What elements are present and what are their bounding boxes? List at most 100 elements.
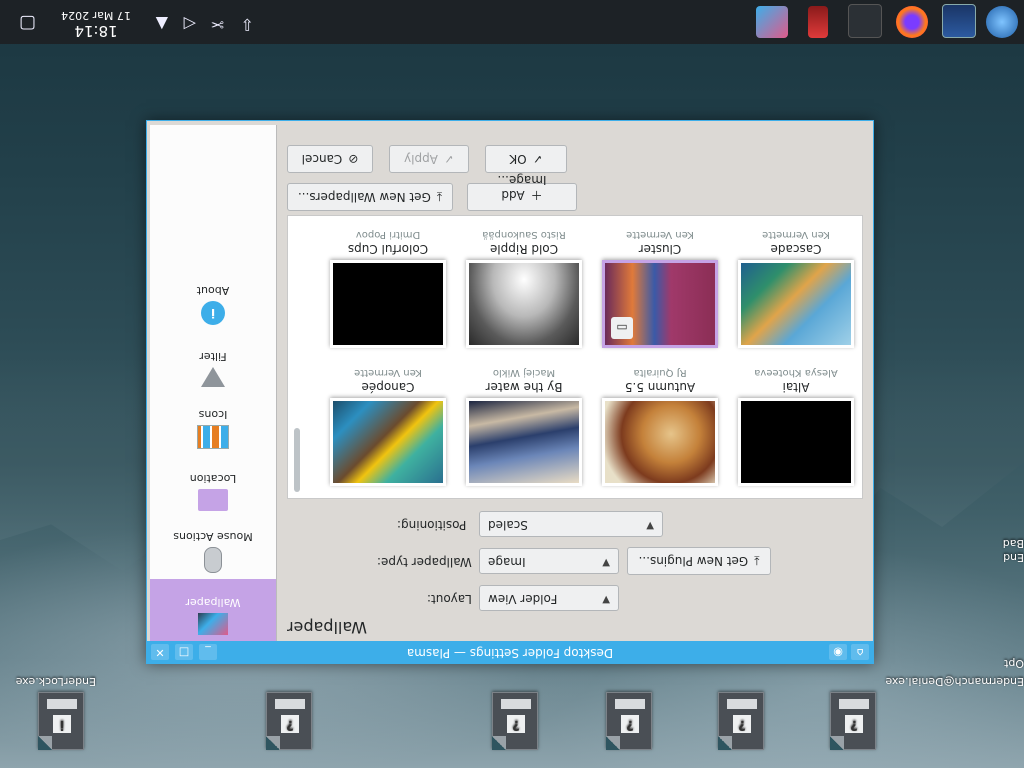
button-label: OK (509, 152, 527, 166)
taskbar: ⇩ ✂ ◁ ▲ 18:14 17 Mar 2024 ▢ (0, 0, 1024, 44)
unknown-file-icon: ? (492, 692, 538, 750)
wallpaper-author: Ken Vermette (626, 229, 694, 240)
wallpaper-type-value: Image (488, 555, 526, 569)
wallpaper-author: Alesya Khoteeva (754, 367, 838, 378)
wallpaper-tile-cold-ripple[interactable]: Cold Ripple Risto Saukonpää (466, 229, 582, 348)
wallpaper-thumbnail (466, 398, 582, 486)
wallpaper-tile-cascade[interactable]: Cascade Ken Vermette (738, 229, 854, 348)
button-label: Cancel (301, 152, 343, 166)
button-label: Get New Wallpapers... (297, 190, 431, 204)
executable-file-icon: i (38, 692, 84, 750)
add-image-button[interactable]: ＋Add Image... (467, 173, 577, 211)
wallpaper-thumbnail (330, 260, 446, 348)
mouse-icon (204, 547, 222, 573)
cancel-icon: ⊘ (348, 152, 359, 166)
download-icon[interactable]: ⇩ (241, 15, 254, 34)
filter-icon (201, 367, 225, 387)
chevron-up-icon[interactable]: ▲ (156, 15, 168, 34)
partial-label: Opt (1004, 657, 1024, 670)
positioning-value: Scaled (488, 518, 528, 532)
wallpaper-tile-autumn[interactable]: Autumn 5.5 RJ Quiralta (602, 367, 718, 486)
desktop-icon-3[interactable]: ? (480, 692, 550, 750)
desktop-partial-label-end: End (984, 551, 1024, 564)
chevron-down-icon: ▼ (646, 520, 654, 531)
scissors-icon[interactable]: ✂ (211, 15, 224, 34)
desktop: i EnderLock.exe ? ? ? ? ? Endermanch@Den… (0, 0, 1024, 768)
window-titlebar[interactable]: ⌂ ◉ Desktop Folder Settings — Plasma _ □… (147, 641, 873, 663)
wallpaper-thumbnail (466, 260, 582, 348)
desktop-partial-label-top: Opt (984, 657, 1024, 670)
page-title: Wallpaper (287, 618, 368, 637)
settings-icon[interactable] (848, 4, 882, 38)
unknown-file-icon: ? (606, 692, 652, 750)
wallpaper-tile-colorful-cups[interactable]: Colorful Cups Dmitri Popov (330, 229, 446, 348)
sidebar-item-filter[interactable]: Filter (150, 331, 276, 393)
wallpaper-author: Risto Saukonpää (482, 229, 566, 240)
show-desktop-icon[interactable]: ▢ (19, 13, 36, 34)
desktop-icon-4[interactable]: ? (594, 692, 664, 750)
folder-icon (198, 489, 228, 511)
settings-sidebar: Wallpaper Mouse Actions Location Icons F… (150, 125, 277, 641)
wallpaper-tile-canopee[interactable]: Canopée Ken Vermette (330, 367, 446, 486)
wallpaper-thumbnail (330, 398, 446, 486)
desktop-icon-enderlock[interactable]: i EnderLock.exe (16, 675, 96, 750)
get-new-wallpapers-button[interactable]: ⤓ Get New Wallpapers... (287, 183, 453, 211)
desktop-partial-label-bad: Bad (984, 537, 1024, 550)
sidebar-item-label: Icons (198, 408, 228, 421)
unknown-file-icon: ? (830, 692, 876, 750)
wallpaper-author: Dmitri Popov (355, 229, 421, 240)
checkmark-icon: ✓ (532, 152, 543, 166)
minimize-button[interactable]: _ (199, 644, 217, 660)
wallpaper-tile-altai[interactable]: Altai Alesya Khoteeva (738, 367, 854, 486)
sidebar-item-wallpaper[interactable]: Wallpaper (150, 579, 276, 641)
window-preview-icon[interactable] (942, 4, 976, 38)
chevron-down-icon: ▼ (602, 557, 610, 568)
sidebar-item-label: About (196, 284, 230, 297)
get-new-plugins-button[interactable]: ⤓ Get New Plugins... (627, 547, 771, 575)
partial-label: Bad (1002, 537, 1024, 550)
volume-icon[interactable]: ◁ (184, 15, 196, 34)
start-menu-icon[interactable] (986, 6, 1018, 38)
sidebar-item-about[interactable]: i About (150, 269, 276, 331)
info-icon: i (201, 301, 225, 325)
wallpaper-type-select[interactable]: ▼ Image (479, 548, 619, 574)
sidebar-item-location[interactable]: Location (150, 455, 276, 517)
wallpaper-name: Autumn 5.5 (624, 380, 696, 394)
desktop-icon-label: Endermanch@Denial.exe (885, 675, 1024, 688)
set-wallpaper-icon[interactable]: ▭ (611, 317, 633, 339)
ok-button[interactable]: ✓ OK (485, 145, 567, 173)
positioning-select[interactable]: ▼ Scaled (479, 511, 663, 537)
window-title: Desktop Folder Settings — Plasma (406, 646, 614, 660)
layout-value: Folder View (488, 592, 558, 606)
close-button[interactable]: ✕ (151, 644, 169, 660)
wallpaper-name: Canopée (361, 380, 415, 394)
wallpaper-name: Cold Ripple (489, 242, 559, 256)
wallpaper-thumbnail (738, 260, 854, 348)
wallpaper-name: By the water (485, 380, 563, 394)
clock[interactable]: 18:14 17 Mar 2024 (48, 9, 144, 40)
sidebar-item-label: Mouse Actions (173, 530, 253, 543)
checkmark-icon: ✓ (443, 152, 454, 166)
clock-date: 17 Mar 2024 (61, 9, 131, 22)
unknown-file-icon: ? (718, 692, 764, 750)
sidebar-item-label: Location (189, 472, 237, 485)
sidebar-item-icons[interactable]: Icons (150, 393, 276, 455)
layout-select[interactable]: ▼ Folder View (479, 585, 619, 611)
wallpaper-thumbnail (602, 398, 718, 486)
wallpaper-tile-by-the-water[interactable]: By the water Maciej Wiklo (466, 367, 582, 486)
icons-icon (197, 425, 229, 449)
cancel-button[interactable]: ⊘ Cancel (287, 145, 373, 173)
desktop-icon-5[interactable]: ? (706, 692, 776, 750)
desktop-icon-2[interactable]: ? (254, 692, 324, 750)
plasma-settings-icon[interactable] (756, 6, 788, 38)
maximize-button[interactable]: □ (175, 644, 193, 660)
wine-icon[interactable] (808, 6, 828, 38)
grid-scrollbar[interactable] (294, 428, 300, 492)
sidebar-item-mouse-actions[interactable]: Mouse Actions (150, 517, 276, 579)
desktop-icon-6[interactable]: ? (818, 692, 888, 750)
wallpaper-icon (198, 613, 228, 635)
browser-icon[interactable] (896, 6, 928, 38)
wallpaper-tile-cluster[interactable]: ▭ Cluster Ken Vermette (602, 229, 718, 348)
apply-button[interactable]: ✓ Apply (389, 145, 469, 173)
desktop-icon-denial-label[interactable]: Endermanch@Denial.exe (874, 675, 1024, 688)
